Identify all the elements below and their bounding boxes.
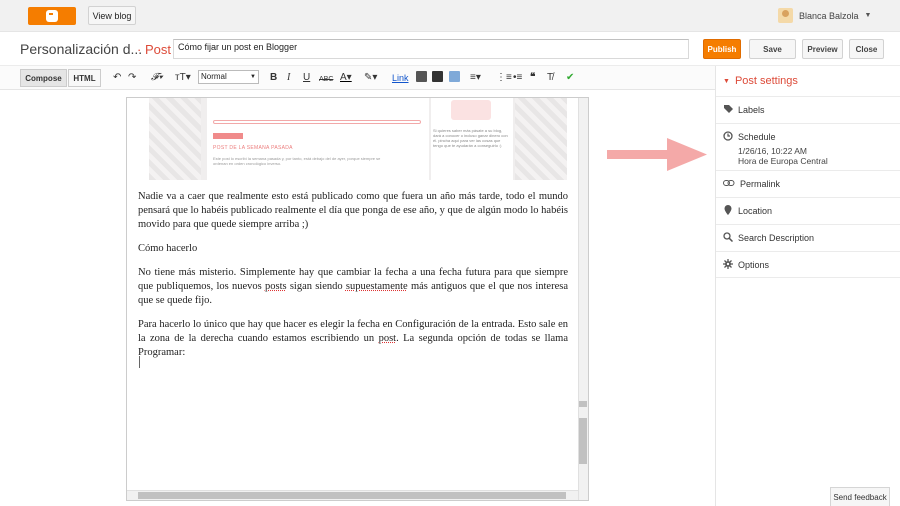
text-cursor xyxy=(139,356,140,368)
schedule-date: 1/26/16, 10:22 AM xyxy=(738,146,807,156)
editor-toolbar: Compose HTML ↶ ↷ 𝓕▾ ᴛT▾ Normal ▼ B I U AB… xyxy=(0,66,715,90)
paragraph-2: No tiene más misterio. Simplemente hay q… xyxy=(138,266,568,308)
video-icon[interactable] xyxy=(432,71,443,82)
sidebar-item-schedule[interactable]: Schedule 1/26/16, 10:22 AM Hora de Europ… xyxy=(716,123,900,170)
font-family-icon[interactable]: 𝓕▾ xyxy=(151,71,163,84)
underline-icon[interactable]: U xyxy=(303,71,310,84)
chevron-down-icon: ▼ xyxy=(864,12,872,19)
sidebar-item-label: Location xyxy=(738,206,773,216)
clear-formatting-icon[interactable]: T̸ xyxy=(547,71,553,84)
sidebar-item-label: Permalink xyxy=(740,179,781,189)
undo-icon[interactable]: ↶ xyxy=(113,71,121,84)
compose-tab[interactable]: Compose xyxy=(20,69,67,87)
sidebar-item-location[interactable]: Location xyxy=(716,197,900,224)
link-icon xyxy=(723,178,735,188)
italic-icon[interactable]: I xyxy=(287,71,290,84)
image-sidebar: Si quieres saber más pásate a su blog, d… xyxy=(431,98,513,180)
chevron-down-icon: ▼ xyxy=(250,74,256,80)
post-editor[interactable]: POST DE LA SEMANA PASADA Este post lo es… xyxy=(126,97,589,501)
sidebar-item-label: Labels xyxy=(738,105,765,115)
sidebar-item-search-description[interactable]: Search Description xyxy=(716,224,900,251)
paragraph-3: Para hacerlo lo único que hay que hacer … xyxy=(138,318,568,360)
redo-icon[interactable]: ↷ xyxy=(128,71,136,84)
background-pattern xyxy=(149,98,201,180)
sidebar-item-labels[interactable]: Labels xyxy=(716,96,900,123)
blog-name[interactable]: Personalización d... xyxy=(20,41,142,57)
send-feedback-button[interactable]: Send feedback xyxy=(830,487,890,506)
image-decoration xyxy=(451,100,491,120)
text-color-icon[interactable]: A▾ xyxy=(340,71,352,84)
spell-word: posts xyxy=(264,281,287,292)
vertical-scrollbar[interactable] xyxy=(578,98,588,500)
close-button[interactable]: Close xyxy=(849,39,884,59)
arrow-annotation-icon xyxy=(607,138,707,171)
user-name: Blanca Balzola xyxy=(799,10,859,21)
sidebar-item-label: Schedule xyxy=(738,132,776,142)
view-blog-button[interactable]: View blog xyxy=(88,6,136,25)
search-icon xyxy=(723,232,734,243)
font-size-icon[interactable]: ᴛT▾ xyxy=(175,71,191,84)
link-button[interactable]: Link xyxy=(392,72,409,85)
blogger-logo-icon[interactable] xyxy=(28,7,76,25)
schedule-details: 1/26/16, 10:22 AM Hora de Europa Central xyxy=(738,146,828,166)
top-bar: View blog Blanca Balzola ▼ xyxy=(0,0,900,32)
html-tab[interactable]: HTML xyxy=(68,69,101,87)
save-button[interactable]: Save xyxy=(749,39,796,59)
scroll-marker xyxy=(579,401,587,407)
paragraph-heading: Cómo hacerlo xyxy=(138,243,198,254)
image-side-text: Si quieres saber más pásate a su blog, d… xyxy=(433,128,508,148)
publish-button[interactable]: Publish xyxy=(703,39,741,59)
image-body: Este post lo escribí la semana pasada y,… xyxy=(213,156,381,166)
spell-word: post xyxy=(378,333,397,344)
embedded-screenshot-image: POST DE LA SEMANA PASADA Este post lo es… xyxy=(149,98,567,180)
highlight-icon[interactable]: ✎▾ xyxy=(364,71,377,84)
clock-icon xyxy=(723,131,733,141)
post-breadcrumb: · Post xyxy=(137,42,171,57)
format-select[interactable]: Normal ▼ xyxy=(198,70,259,84)
background-pattern xyxy=(515,98,567,180)
bold-icon[interactable]: B xyxy=(270,71,277,84)
avatar xyxy=(778,8,793,23)
jump-break-icon[interactable] xyxy=(449,71,460,82)
spell-word: supuestamente xyxy=(345,281,408,292)
scrollbar-thumb[interactable] xyxy=(138,492,566,499)
triangle-down-icon: ▼ xyxy=(723,77,730,85)
post-settings-header[interactable]: ▼ Post settings xyxy=(723,75,798,87)
bulleted-list-icon[interactable]: •≡ xyxy=(513,71,522,84)
post-title-input[interactable]: Cómo fijar un post en Blogger xyxy=(173,39,689,59)
image-icon[interactable] xyxy=(416,71,427,82)
post-body[interactable]: Nadie va a caer que realmente esto está … xyxy=(138,190,568,370)
sidebar-item-label: Options xyxy=(738,260,770,270)
gear-icon xyxy=(723,259,733,269)
spellcheck-icon[interactable]: ✔ xyxy=(566,71,574,84)
numbered-list-icon[interactable]: ⋮≡ xyxy=(496,71,512,84)
horizontal-scrollbar[interactable] xyxy=(127,490,578,500)
schedule-timezone: Hora de Europa Central xyxy=(738,156,828,166)
preview-button[interactable]: Preview xyxy=(802,39,843,59)
post-settings-sidebar: ▼ Post settings Labels Schedule 1/26/16,… xyxy=(715,66,900,506)
image-divider xyxy=(213,120,421,124)
scrollbar-thumb[interactable] xyxy=(579,418,587,464)
quote-icon[interactable]: ❝ xyxy=(530,71,535,84)
align-icon[interactable]: ≡▾ xyxy=(470,71,481,84)
image-date-tag xyxy=(213,133,243,139)
label-tag-icon xyxy=(723,104,733,114)
sidebar-item-label: Search Description xyxy=(738,233,815,243)
image-heading: POST DE LA SEMANA PASADA xyxy=(213,145,293,151)
sidebar-item-permalink[interactable]: Permalink xyxy=(716,170,900,197)
paragraph-1: Nadie va a caer que realmente esto está … xyxy=(138,191,568,230)
image-post-area: POST DE LA SEMANA PASADA Este post lo es… xyxy=(207,98,429,180)
format-value: Normal xyxy=(201,72,227,81)
strikethrough-icon[interactable]: ABC xyxy=(319,73,333,86)
title-bar: Personalización d... · Post Cómo fijar u… xyxy=(0,33,900,66)
location-pin-icon xyxy=(723,205,733,215)
post-settings-title: Post settings xyxy=(734,75,798,87)
text: sigan siendo xyxy=(286,281,346,292)
sidebar-item-options[interactable]: Options xyxy=(716,251,900,278)
user-menu[interactable]: Blanca Balzola ▼ xyxy=(778,8,871,23)
